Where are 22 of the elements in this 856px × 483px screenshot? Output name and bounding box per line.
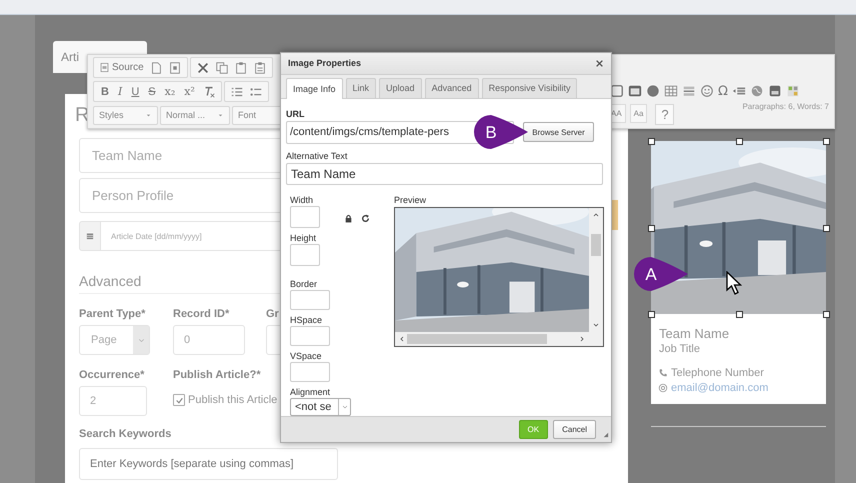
field-label: Parent Type* [79,308,146,320]
field-label: Preview [394,194,426,205]
checkbox-label: Publish this Article [188,394,278,406]
field-label: Search Keywords [79,428,172,440]
word-count: Paragraphs: 6, Words: 7 [742,102,829,111]
field-label: HSpace [290,314,322,325]
field-label: Occurrence* [79,369,144,381]
field-label: Record ID* [173,308,230,320]
phone-number: Telephone Number [671,367,764,379]
field-label: Border [290,278,318,289]
callout-badge: B [473,114,529,150]
field-label: Alignment [290,386,330,397]
team-name: Team Name [659,326,730,341]
field-label: Width [290,194,314,205]
dialog-title: Image Properties [288,58,362,68]
callout-badge: A [633,256,689,292]
field-label: Height [290,232,316,243]
field-label: VSpace [290,350,322,361]
field-label: Publish Article?* [173,369,261,381]
field-label: Alternative Text [286,150,348,161]
field-label: Gr [266,308,279,320]
job-title: Job Title [659,343,701,355]
